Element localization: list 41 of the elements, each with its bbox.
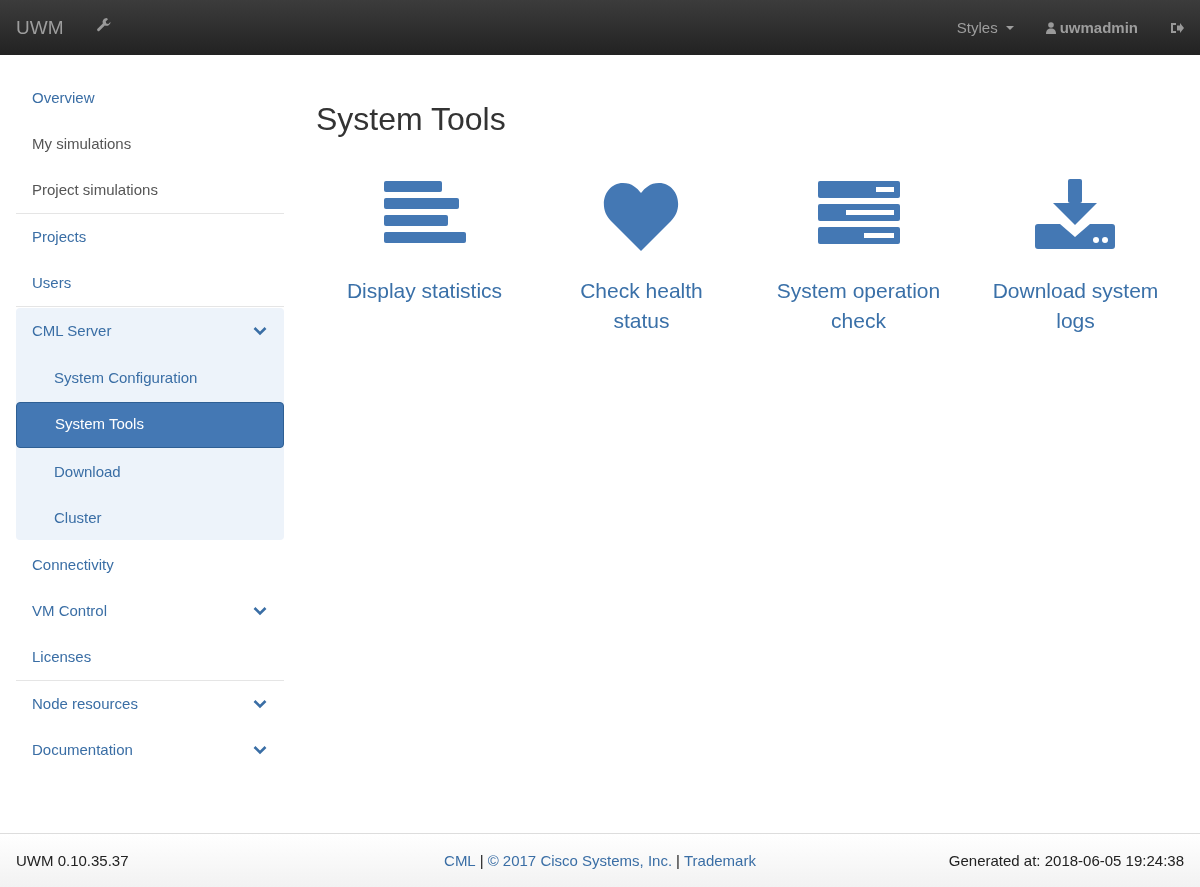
wrench-icon[interactable] xyxy=(96,16,113,33)
sidebar-item[interactable]: Documentation xyxy=(16,727,149,773)
sidebar-subitem[interactable]: Download xyxy=(16,450,284,494)
sidebar-item[interactable]: CML Server xyxy=(16,308,128,354)
tool-link[interactable]: Display statistics xyxy=(332,276,517,306)
download-icon xyxy=(1034,179,1115,249)
sidebar-item[interactable]: Users xyxy=(16,260,88,306)
styles-dropdown[interactable]: Styles xyxy=(956,19,1014,36)
server-icon xyxy=(817,181,900,244)
page-title: System Tools xyxy=(316,100,507,139)
lines-icon xyxy=(383,181,466,243)
separator-text: | xyxy=(676,852,680,869)
sidebar-subitem[interactable]: System Tools xyxy=(16,402,284,448)
chevron-icon[interactable] xyxy=(253,745,267,755)
tool-link[interactable]: System operation check xyxy=(754,276,963,336)
sidebar-item[interactable]: Overview xyxy=(16,75,111,121)
version-text: UWM 0.10.35.37 xyxy=(16,852,130,869)
tool-link[interactable]: Download system logs xyxy=(971,276,1180,336)
generated-text: Generated at: 2018-06-05 19:24:38 xyxy=(947,852,1184,869)
chevron-icon[interactable] xyxy=(253,699,267,709)
sidebar-item[interactable]: My simulations xyxy=(16,121,148,167)
sidebar-item[interactable]: Projects xyxy=(16,214,103,260)
chevron-icon[interactable] xyxy=(253,606,267,616)
footer-link[interactable]: Trademark xyxy=(684,852,756,869)
brand-link[interactable]: UWM xyxy=(16,16,64,39)
logout-icon[interactable] xyxy=(1170,21,1184,34)
heart-icon xyxy=(603,183,678,251)
sidebar-item[interactable]: Node resources xyxy=(16,681,154,727)
chevron-icon[interactable] xyxy=(253,326,267,336)
sidebar-item[interactable]: Project simulations xyxy=(16,167,174,213)
footer-link[interactable]: CML xyxy=(444,852,476,869)
separator-text: | xyxy=(479,852,484,869)
user-icon xyxy=(1045,21,1056,34)
sidebar-subitem[interactable]: System Configuration xyxy=(16,356,284,400)
sidebar-item[interactable]: VM Control xyxy=(16,588,124,634)
tool-link[interactable]: Check health status xyxy=(537,276,746,336)
sidebar-item[interactable]: Licenses xyxy=(16,634,108,680)
sidebar-item[interactable]: Connectivity xyxy=(16,542,130,588)
sidebar-subitem[interactable]: Cluster xyxy=(16,496,284,540)
footer-link[interactable]: © 2017 Cisco Systems, Inc. xyxy=(487,852,673,869)
user-menu[interactable]: uwmadmin xyxy=(1045,19,1138,36)
